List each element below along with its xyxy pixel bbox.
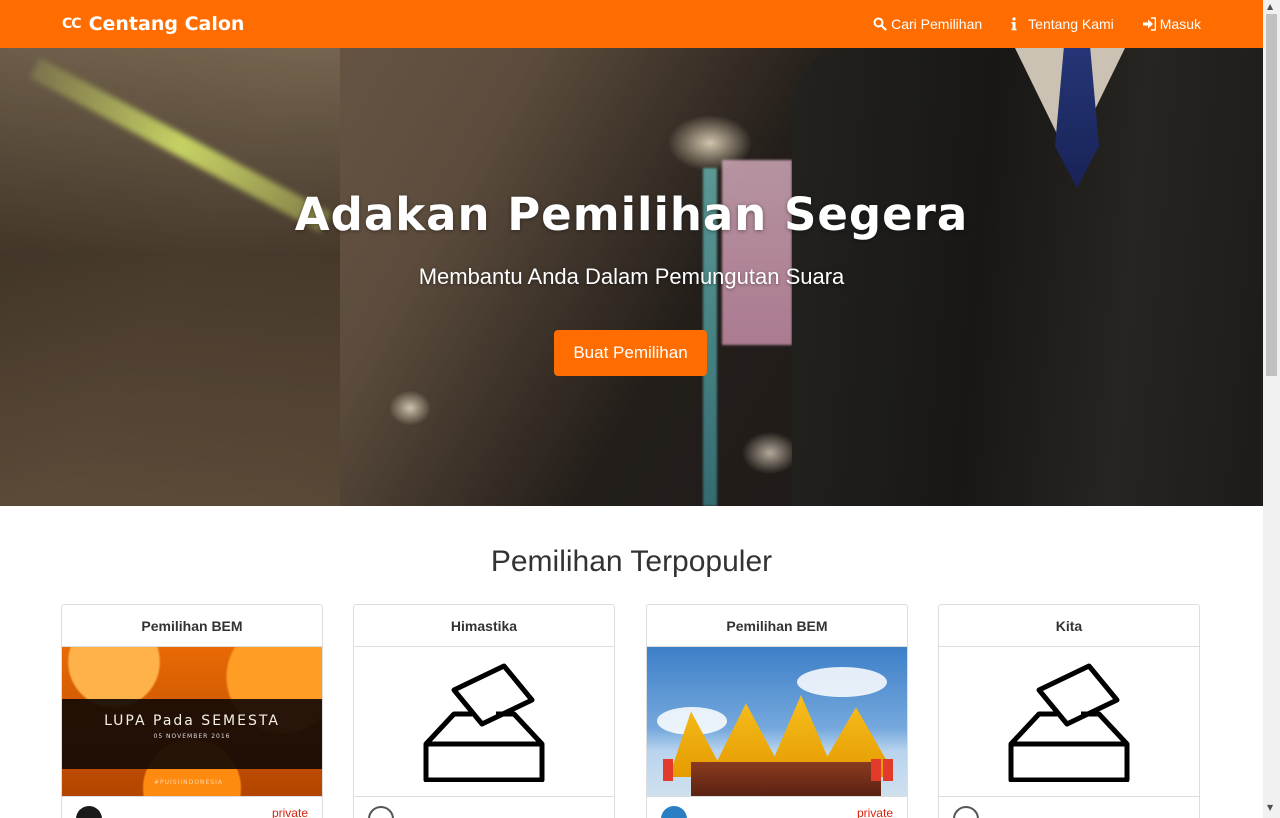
ballot-box-icon — [1008, 663, 1130, 782]
image-caption: LUPA Pada SEMESTA — [104, 713, 280, 729]
avatar — [661, 806, 687, 818]
privacy-badge: private — [856, 806, 893, 818]
avatar — [368, 806, 394, 818]
search-icon — [873, 17, 887, 31]
image-tag: #PUISIINDONESIA — [154, 779, 223, 786]
election-card-title: Kita — [939, 605, 1199, 647]
election-card-title: Pemilihan BEM — [62, 605, 322, 647]
hero-section: Adakan Pemilihan Segera Membantu Anda Da… — [0, 48, 1263, 506]
election-card-footer: private — [647, 797, 907, 818]
election-card[interactable]: Pemilihan BEM LUPA Pada SEMESTA 05 NOVEM… — [61, 604, 323, 818]
election-card-image[interactable] — [647, 647, 907, 797]
nav-search-label: Cari Pemilihan — [891, 16, 983, 32]
ballot-box-icon — [423, 663, 545, 782]
section-title: Pemilihan Terpopuler — [490, 545, 773, 578]
election-card-footer: private — [62, 797, 322, 818]
hero-content: Adakan Pemilihan Segera Membantu Anda Da… — [0, 48, 1263, 506]
scroll-up-icon[interactable]: ▲ — [1267, 2, 1273, 11]
brand-name: Centang Calon — [88, 13, 245, 35]
election-card[interactable]: Pemilihan BEM private — [646, 604, 908, 818]
image-subcaption: 05 NOVEMBER 2016 — [153, 733, 231, 740]
scrollbar-track[interactable]: ▲ ▼ — [1263, 0, 1280, 818]
election-card[interactable]: Kita — [938, 604, 1200, 818]
sign-in-icon — [1142, 17, 1156, 31]
create-election-button[interactable]: Buat Pemilihan — [554, 330, 707, 376]
hero-title: Adakan Pemilihan Segera — [294, 188, 969, 241]
image-flag — [663, 759, 673, 781]
nav-about-label: Tentang Kami — [1028, 16, 1114, 32]
image-building — [691, 762, 881, 796]
brand-logo: CC — [62, 16, 82, 32]
election-card-footer — [354, 797, 614, 818]
avatar — [76, 806, 102, 818]
info-icon — [1010, 17, 1024, 31]
election-card-image[interactable] — [939, 647, 1199, 797]
scrollbar-thumb[interactable] — [1266, 14, 1277, 376]
nav-login-label: Masuk — [1159, 16, 1201, 32]
election-card-footer — [939, 797, 1199, 818]
popular-elections-list: Pemilihan BEM LUPA Pada SEMESTA 05 NOVEM… — [61, 604, 1202, 818]
privacy-badge: private — [271, 806, 308, 818]
scroll-down-icon[interactable]: ▼ — [1267, 803, 1273, 812]
nav-menu: Cari Pemilihan Tentang Kami Masuk — [873, 16, 1201, 32]
image-flag — [871, 759, 881, 781]
nav-search-link[interactable]: Cari Pemilihan — [873, 16, 982, 32]
image-cloud — [797, 667, 887, 697]
avatar — [953, 806, 979, 818]
brand-link[interactable]: CC Centang Calon — [62, 13, 244, 35]
election-card-image[interactable] — [354, 647, 614, 797]
hero-subtitle: Membantu Anda Dalam Pemungutan Suara — [418, 264, 845, 289]
election-card-title: Himastika — [354, 605, 614, 647]
navbar: CC Centang Calon Cari Pemilihan Tentang … — [0, 0, 1263, 48]
image-flag — [883, 759, 893, 781]
election-card-image[interactable]: LUPA Pada SEMESTA 05 NOVEMBER 2016 #PUIS… — [62, 647, 322, 797]
nav-login-link[interactable]: Masuk — [1142, 16, 1201, 32]
election-card[interactable]: Himastika — [353, 604, 615, 818]
nav-about-link[interactable]: Tentang Kami — [1010, 16, 1114, 32]
election-card-title: Pemilihan BEM — [647, 605, 907, 647]
